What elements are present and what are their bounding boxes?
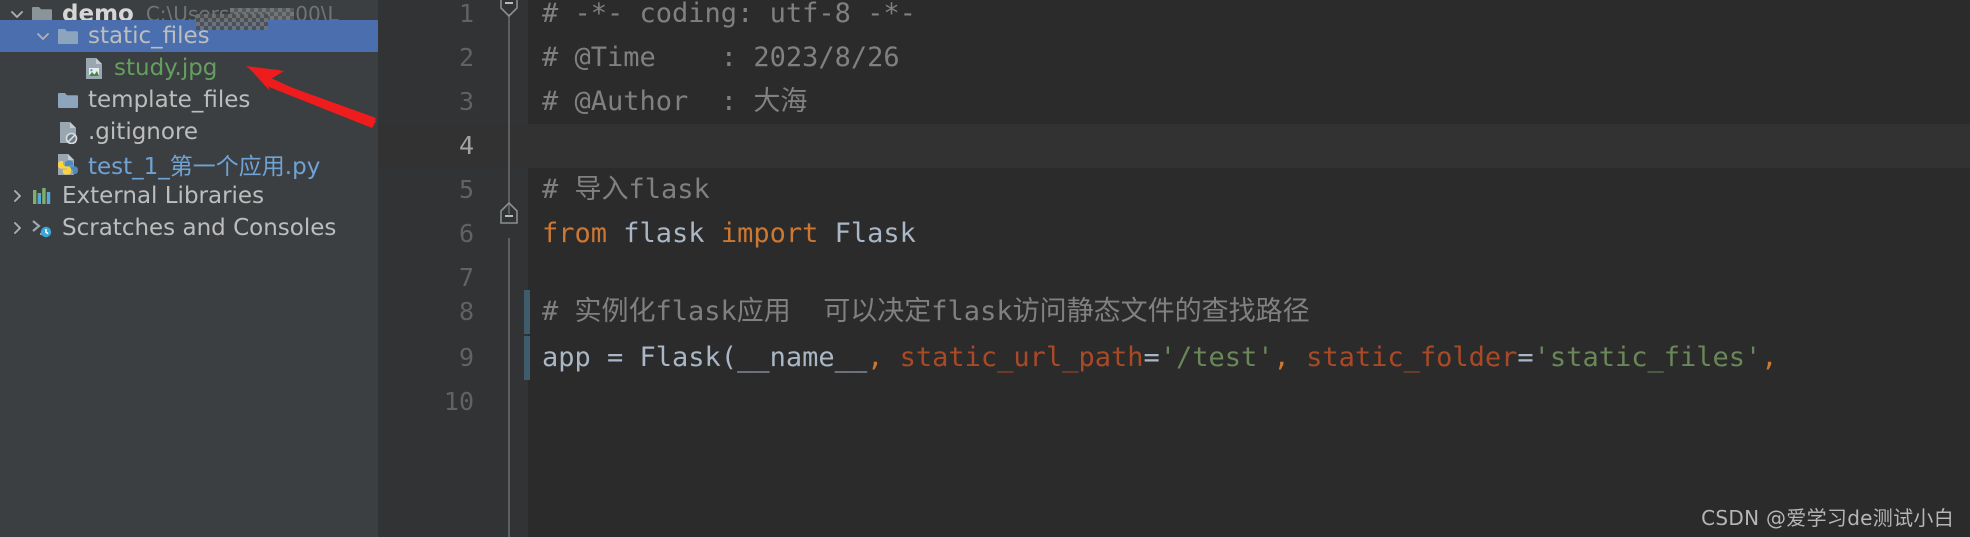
caret-row-highlight [378,124,1970,168]
tree-item-label: template_files [88,87,251,113]
ide-screenshot: demo C:\Users 00\L static_files study.jpg tem… [0,0,1970,537]
redacted-path-blur [196,14,268,30]
code-token: # 实例化flask应用 可以决定flask访问静态文件的查找路径 [542,296,1310,327]
code-token: # -*- coding: utf-8 -*- [542,0,916,29]
code-line[interactable]: # @Time : 2023/8/26 [542,36,900,80]
line-number: 2 [458,43,474,72]
image-file-icon [80,57,108,80]
tree-item-label: test_1_第一个应用.py [88,154,321,180]
chevron-right-icon[interactable] [6,220,28,236]
code-editor[interactable]: 1 # -*- coding: utf-8 -*- 2 # @Time : 2023/… [378,0,1970,537]
folder-icon [54,91,82,109]
code-token: '/test' [1159,342,1274,373]
line-number: 8 [458,297,474,326]
tree-item-label: External Libraries [62,183,265,209]
folder-icon [54,27,82,45]
code-line[interactable]: app = Flask(__name__, static_url_path='/… [542,336,1778,380]
code-token: static_folder [1306,342,1518,373]
code-token: static_url_path [899,342,1144,373]
code-token: , [867,342,884,373]
chevron-down-icon[interactable] [32,28,54,44]
line-number: 9 [458,343,474,372]
line-number: 1 [458,0,474,28]
line-number: 6 [458,219,474,248]
project-tool-window: demo C:\Users 00\L static_files study.jpg tem… [0,0,378,537]
code-token: , [1273,342,1290,373]
tree-item-scratches[interactable]: Scratches and Consoles [0,212,378,244]
code-token: 'static_files' [1533,342,1762,373]
tree-item-label: static_files [88,23,210,49]
tree-item-external_libraries[interactable]: External Libraries [0,180,378,212]
code-token: # @Time : 2023/8/26 [542,42,900,73]
python-file-icon [54,153,82,176]
fold-marker-start-line-5[interactable] [499,202,518,224]
gitignore-file-icon [54,121,82,144]
scratches-icon [28,218,56,238]
code-token: # @Author : 大海 [542,86,808,117]
tree-item-test_1_py[interactable]: test_1_第一个应用.py [0,148,378,180]
code-token: , [1761,342,1778,373]
fold-marker-end-line-1[interactable] [499,0,518,18]
code-folding-strip[interactable] [498,0,528,537]
code-line[interactable]: # -*- coding: utf-8 -*- [542,0,916,36]
tree-item-study-jpg[interactable]: study.jpg [0,52,378,84]
tree-item-static_files[interactable]: static_files [0,20,378,52]
line-number: 5 [458,175,474,204]
fold-guide-line [508,14,510,214]
vcs-change-bar[interactable] [524,336,530,380]
chevron-right-icon[interactable] [6,188,28,204]
line-number: 4 [458,131,474,160]
tree-item-label: study.jpg [114,55,218,81]
line-number: 3 [458,87,474,116]
tree-item-template_files[interactable]: template_files [0,84,378,116]
code-token: Flask [818,218,916,249]
code-token: = [1143,342,1160,373]
fold-guide-line [508,238,510,537]
tree-item-label: .gitignore [88,119,199,145]
code-line[interactable]: from flask import Flask [542,212,916,256]
code-token: app = Flask(__name__ [542,342,868,373]
code-token: # 导入flask [542,174,710,205]
code-line[interactable]: # 实例化flask应用 可以决定flask访问静态文件的查找路径 [542,290,1310,334]
code-token: import [720,218,819,249]
code-line[interactable]: # @Author : 大海 [542,80,807,124]
code-token: flask [607,218,721,249]
code-token: from [542,218,608,249]
tree-item-label: Scratches and Consoles [62,215,337,241]
vcs-change-bar[interactable] [524,290,530,334]
libraries-icon [28,186,56,206]
code-token: = [1517,342,1534,373]
csdn-watermark: CSDN @爱学习de测试小白 [1701,506,1954,530]
tree-item-gitignore[interactable]: .gitignore [0,116,378,148]
line-number: 10 [443,387,474,416]
code-line[interactable]: # 导入flask [542,168,710,212]
